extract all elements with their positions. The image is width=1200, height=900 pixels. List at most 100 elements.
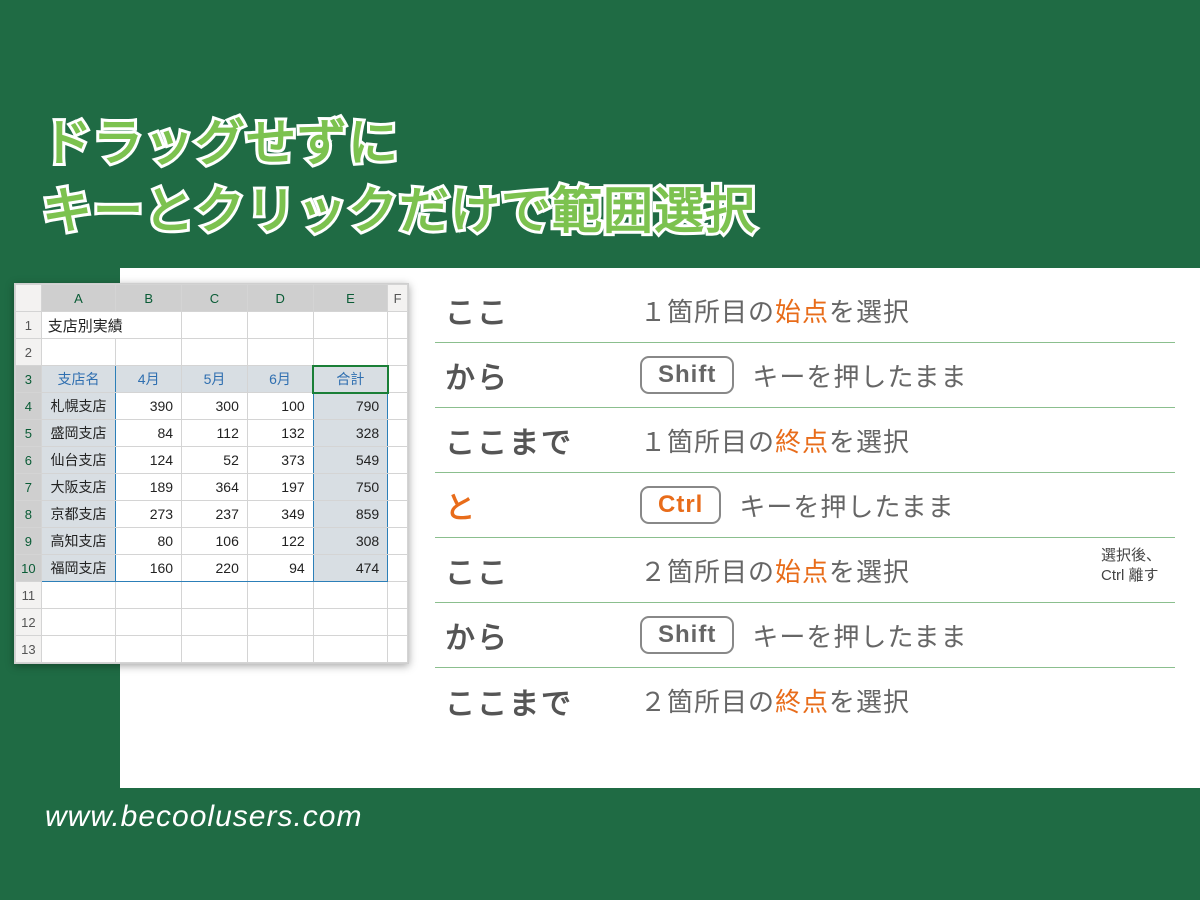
cell-f10[interactable] [388,555,408,582]
cell-c4[interactable]: 300 [182,393,248,420]
cell-d2[interactable] [247,339,313,366]
step-1-label: ここ [445,288,640,332]
cell-b3[interactable]: 4月 [116,366,182,393]
cell-e9[interactable]: 308 [313,528,388,555]
cell-a3[interactable]: 支店名 [41,366,116,393]
step-2-text: Shift キーを押したまま [640,356,1175,394]
row-header-1[interactable]: 1 [16,312,42,339]
cell-c8[interactable]: 237 [182,501,248,528]
cell-b8[interactable]: 273 [116,501,182,528]
cell-b2[interactable] [116,339,182,366]
cell-f9[interactable] [388,528,408,555]
cell-c9[interactable]: 106 [182,528,248,555]
col-header-b[interactable]: B [116,285,182,312]
cell-f3[interactable] [388,366,408,393]
cell-c7[interactable]: 364 [182,474,248,501]
cell-f4[interactable] [388,393,408,420]
row-2: 2 [16,339,408,366]
cell-a2[interactable] [41,339,116,366]
step-7-text: ２箇所目の終点を選択 [640,682,1175,719]
row-header-12[interactable]: 12 [16,609,42,636]
cell-c3[interactable]: 5月 [182,366,248,393]
cell-b9[interactable]: 80 [116,528,182,555]
cell-d5[interactable]: 132 [247,420,313,447]
cell-f5[interactable] [388,420,408,447]
row-header-9[interactable]: 9 [16,528,42,555]
cell-a5[interactable]: 盛岡支店 [41,420,116,447]
step-5: ここ ２箇所目の始点を選択 選択後、 Ctrl 離す [435,538,1175,603]
col-header-f[interactable]: F [388,285,408,312]
col-header-d[interactable]: D [247,285,313,312]
cell-c2[interactable] [182,339,248,366]
step-7: ここまで ２箇所目の終点を選択 [435,668,1175,733]
row-header-4[interactable]: 4 [16,393,42,420]
cell-d8[interactable]: 349 [247,501,313,528]
row-header-3[interactable]: 3 [16,366,42,393]
row-header-6[interactable]: 6 [16,447,42,474]
select-all-corner[interactable] [16,285,42,312]
cell-d3[interactable]: 6月 [247,366,313,393]
cell-e8[interactable]: 859 [313,501,388,528]
cell-b10[interactable]: 160 [116,555,182,582]
cell-b4[interactable]: 390 [116,393,182,420]
cell-e7[interactable]: 750 [313,474,388,501]
step-5-label: ここ [445,548,640,592]
cell-a8[interactable]: 京都支店 [41,501,116,528]
row-8: 8 京都支店 273 237 349 859 [16,501,408,528]
cell-f6[interactable] [388,447,408,474]
cell-d9[interactable]: 122 [247,528,313,555]
step-4-text: Ctrl キーを押したまま [640,486,1175,524]
cell-e4[interactable]: 790 [313,393,388,420]
cell-b6[interactable]: 124 [116,447,182,474]
cell-a4[interactable]: 札幌支店 [41,393,116,420]
cell-c5[interactable]: 112 [182,420,248,447]
cell-b5[interactable]: 84 [116,420,182,447]
row-6: 6 仙台支店 124 52 373 549 [16,447,408,474]
cell-b7[interactable]: 189 [116,474,182,501]
row-header-13[interactable]: 13 [16,636,42,663]
cell-e5[interactable]: 328 [313,420,388,447]
row-header-5[interactable]: 5 [16,420,42,447]
row-header-10[interactable]: 10 [16,555,42,582]
cell-e1[interactable] [313,312,388,339]
cell-d10[interactable]: 94 [247,555,313,582]
cell-f2[interactable] [388,339,408,366]
column-header-row: A B C D E F [16,285,408,312]
step-7-label: ここまで [445,679,640,723]
cell-d4[interactable]: 100 [247,393,313,420]
cell-e6[interactable]: 549 [313,447,388,474]
cell-f1[interactable] [388,312,408,339]
col-header-c[interactable]: C [182,285,248,312]
ctrl-key-badge: Ctrl [640,486,721,524]
page-title: ドラッグせずに キーとクリックだけで範囲選択 [42,110,756,245]
cell-d1[interactable] [247,312,313,339]
cell-a1[interactable]: 支店別実績 [41,312,181,339]
cell-e2[interactable] [313,339,388,366]
cell-f7[interactable] [388,474,408,501]
cell-c6[interactable]: 52 [182,447,248,474]
cell-d7[interactable]: 197 [247,474,313,501]
cell-a6[interactable]: 仙台支店 [41,447,116,474]
cell-e3[interactable]: 合計 [313,366,388,393]
cell-f8[interactable] [388,501,408,528]
cell-a9[interactable]: 高知支店 [41,528,116,555]
row-4: 4 札幌支店 390 300 100 790 [16,393,408,420]
cell-c1[interactable] [182,312,248,339]
cell-a7[interactable]: 大阪支店 [41,474,116,501]
col-header-e[interactable]: E [313,285,388,312]
cell-e10[interactable]: 474 [313,555,388,582]
shift-key-badge: Shift [640,356,734,394]
step-2: から Shift キーを押したまま [435,343,1175,408]
row-7: 7 大阪支店 189 364 197 750 [16,474,408,501]
row-header-7[interactable]: 7 [16,474,42,501]
col-header-a[interactable]: A [41,285,116,312]
step-5-note: 選択後、 Ctrl 離す [1101,546,1161,587]
cell-a10[interactable]: 福岡支店 [41,555,116,582]
row-5: 5 盛岡支店 84 112 132 328 [16,420,408,447]
row-header-8[interactable]: 8 [16,501,42,528]
cell-d6[interactable]: 373 [247,447,313,474]
row-9: 9 高知支店 80 106 122 308 [16,528,408,555]
row-header-2[interactable]: 2 [16,339,42,366]
cell-c10[interactable]: 220 [182,555,248,582]
row-header-11[interactable]: 11 [16,582,42,609]
